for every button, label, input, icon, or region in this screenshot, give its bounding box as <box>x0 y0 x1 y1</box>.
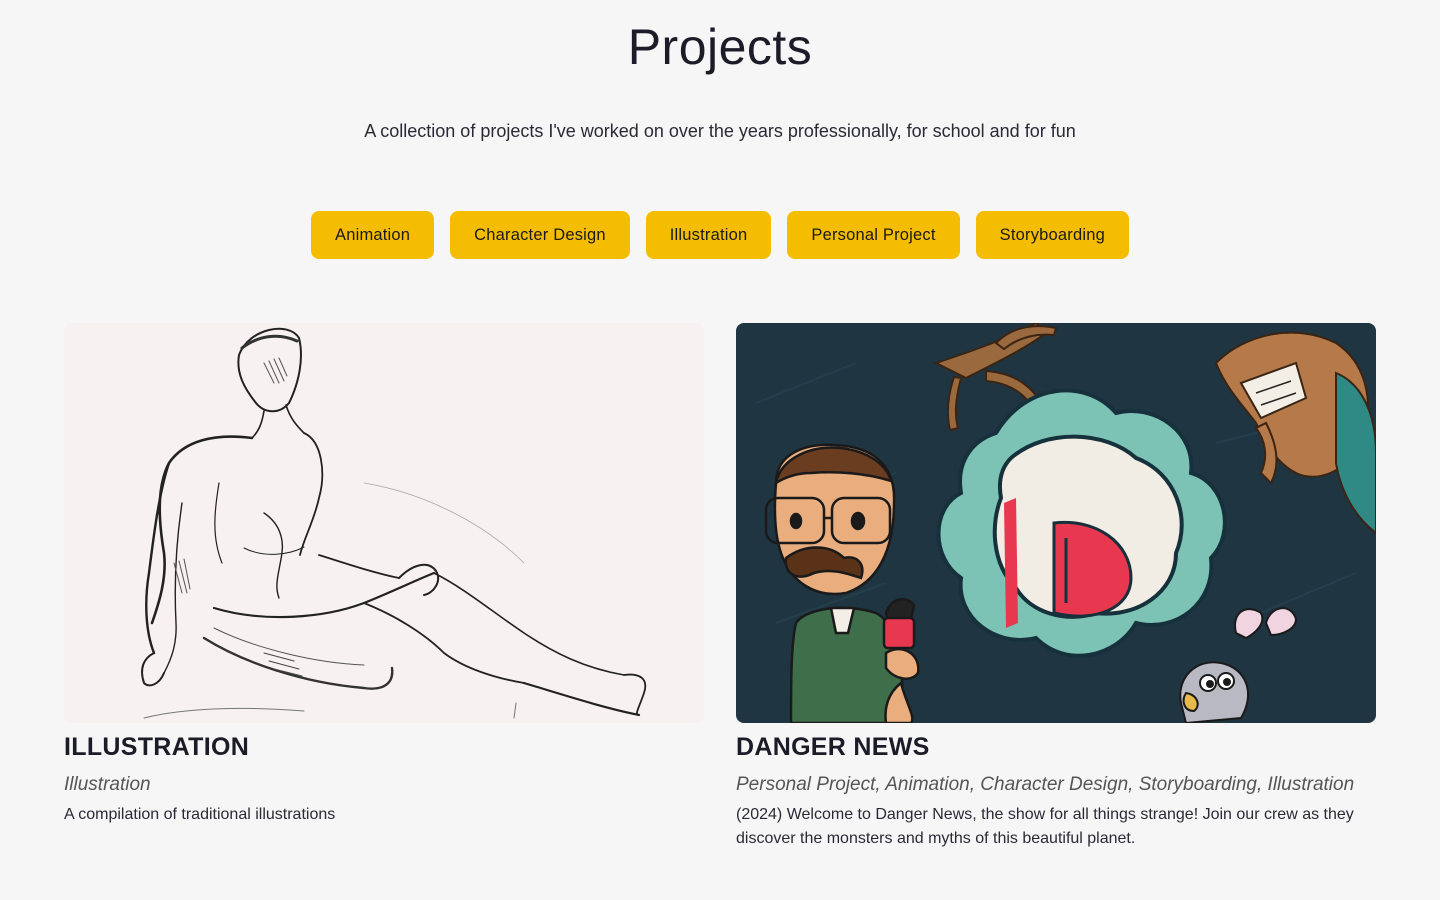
filter-animation-button[interactable]: Animation <box>311 211 435 259</box>
project-description: A compilation of traditional illustratio… <box>64 806 336 823</box>
project-card-illustration[interactable]: ILLUSTRATION Illustration A compilation … <box>64 323 704 827</box>
project-card-danger-news[interactable]: DANGER NEWS Personal Project, Animation,… <box>736 323 1376 851</box>
project-title[interactable]: DANGER NEWS <box>736 733 1376 761</box>
filter-storyboarding-button[interactable]: Storyboarding <box>975 211 1129 259</box>
project-thumbnail-danger-news[interactable] <box>736 323 1376 723</box>
project-categories: Personal Project, Animation, Character D… <box>736 774 1355 795</box>
project-title[interactable]: ILLUSTRATION <box>64 733 704 761</box>
project-categories: Illustration <box>64 774 151 795</box>
filter-illustration-button[interactable]: Illustration <box>645 211 772 259</box>
project-thumbnail-illustration[interactable] <box>64 323 704 723</box>
project-description: (2024) Welcome to Danger News, the show … <box>736 806 1354 847</box>
filter-character-design-button[interactable]: Character Design <box>450 211 630 259</box>
category-filter-bar: Animation Character Design Illustration … <box>0 211 1440 259</box>
page-subtitle: A collection of projects I've worked on … <box>364 121 1076 141</box>
filter-personal-project-button[interactable]: Personal Project <box>787 211 960 259</box>
page-title: Projects <box>627 19 813 75</box>
